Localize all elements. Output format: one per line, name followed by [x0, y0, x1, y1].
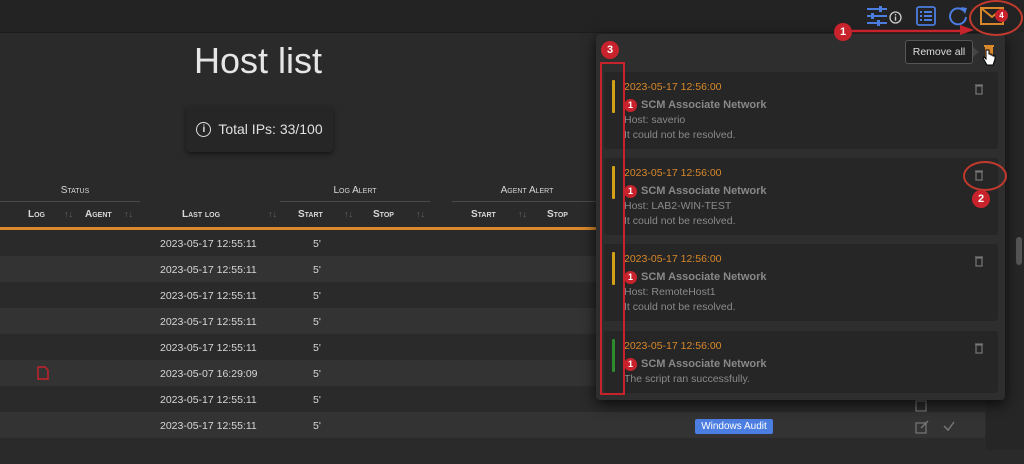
- group-divider: [0, 201, 140, 202]
- col-header-log-stop[interactable]: Stop: [373, 209, 394, 220]
- log-start-cell: 5': [313, 238, 321, 250]
- notification-message: The script ran successfully.: [624, 373, 750, 385]
- delete-trash-icon[interactable]: [974, 254, 988, 268]
- table-row[interactable]: 2023-05-17 12:55:11 5': [0, 412, 985, 438]
- sort-icon[interactable]: ↑↓: [344, 209, 353, 219]
- col-header-last-log[interactable]: Last log: [182, 209, 220, 220]
- cursor-hand-icon: [982, 49, 996, 72]
- notification-host: Host: RemoteHost1: [624, 286, 716, 298]
- sort-icon[interactable]: ↑↓: [518, 209, 527, 219]
- notification-count-badge: 1: [624, 185, 637, 198]
- tooltip-arrow: [973, 47, 979, 57]
- notification-message: It could not be resolved.: [624, 215, 736, 227]
- group-divider: [280, 201, 430, 202]
- annotation-step-3: 3: [601, 41, 619, 59]
- notification-host: Host: saverio: [624, 114, 686, 126]
- notification-card[interactable]: 2023-05-17 12:56:00 1 SCM Associate Netw…: [604, 331, 998, 393]
- notification-message: It could not be resolved.: [624, 301, 736, 313]
- notification-date: 2023-05-17 12:56:00: [624, 253, 722, 265]
- log-start-cell: 5': [313, 264, 321, 276]
- notification-card[interactable]: 2023-05-17 12:56:00 1 SCM Associate Netw…: [604, 72, 998, 149]
- delete-trash-icon[interactable]: [974, 341, 988, 355]
- group-header-agent-alert: Agent Alert: [500, 185, 554, 196]
- last-log-cell: 2023-05-17 12:55:11: [160, 342, 257, 354]
- sort-icon[interactable]: ↑↓: [416, 209, 425, 219]
- annotation-step-1: 1: [834, 23, 852, 41]
- group-header-status: Status: [60, 185, 90, 196]
- remove-all-tooltip: Remove all: [905, 40, 973, 64]
- notification-title: SCM Associate Network: [641, 271, 767, 283]
- notification-date: 2023-05-17 12:56:00: [624, 340, 722, 352]
- notification-date: 2023-05-17 12:56:00: [624, 81, 722, 93]
- notification-card[interactable]: 2023-05-17 12:56:00 1 SCM Associate Netw…: [604, 158, 998, 235]
- log-start-cell: 5': [313, 394, 321, 406]
- log-start-cell: 5': [313, 420, 321, 432]
- trash-highlight-oval: [963, 161, 1007, 191]
- total-ips-box: i Total IPs: 33/100: [186, 106, 333, 152]
- annotation-step-2: 2: [972, 190, 990, 208]
- last-log-cell: 2023-05-17 12:55:11: [160, 394, 257, 406]
- notification-message: It could not be resolved.: [624, 129, 736, 141]
- col-header-agent-stop[interactable]: Stop: [547, 209, 568, 220]
- notification-title: SCM Associate Network: [641, 99, 767, 111]
- col-header-log[interactable]: Log: [28, 209, 45, 220]
- last-log-cell: 2023-05-17 12:55:11: [160, 264, 257, 276]
- last-log-cell: 2023-05-17 12:55:11: [160, 290, 257, 302]
- sort-icon[interactable]: ↑↓: [64, 209, 73, 219]
- group-header-log-alert: Log Alert: [333, 185, 377, 196]
- notification-card[interactable]: 2023-05-17 12:56:00 1 SCM Associate Netw…: [604, 244, 998, 321]
- col-header-agent-start[interactable]: Start: [471, 209, 496, 220]
- last-log-cell: 2023-05-07 16:29:09: [160, 368, 258, 380]
- last-log-cell: 2023-05-17 12:55:11: [160, 238, 257, 250]
- group-divider: [452, 201, 598, 202]
- col-header-agent[interactable]: Agent: [85, 209, 112, 220]
- info-icon: i: [196, 121, 212, 137]
- windows-audit-badge[interactable]: Windows Audit: [695, 419, 773, 434]
- edit-icon[interactable]: [915, 398, 929, 412]
- scrollbar-thumb[interactable]: [1016, 237, 1022, 265]
- col-header-log-start[interactable]: Start: [298, 209, 323, 220]
- page-title: Host list: [194, 40, 323, 81]
- notification-date: 2023-05-17 12:56:00: [624, 167, 722, 179]
- log-start-cell: 5': [313, 368, 321, 380]
- last-log-cell: 2023-05-17 12:55:11: [160, 420, 257, 432]
- mail-highlight-oval: [969, 0, 1023, 36]
- notification-title: SCM Associate Network: [641, 185, 767, 197]
- notification-count-badge: 1: [624, 99, 637, 112]
- annotation-arrow: [852, 22, 974, 41]
- delete-trash-icon[interactable]: [974, 82, 988, 96]
- total-ips-label: Total IPs: 33/100: [218, 121, 323, 137]
- check-icon[interactable]: [943, 420, 957, 434]
- log-start-cell: 5': [313, 290, 321, 302]
- notification-host: Host: LAB2-WIN-TEST: [624, 200, 732, 212]
- notification-title: SCM Associate Network: [641, 358, 767, 370]
- log-file-warning-icon[interactable]: [37, 366, 49, 383]
- sort-icon[interactable]: ↑↓: [124, 209, 133, 219]
- sort-icon[interactable]: ↑↓: [268, 209, 277, 219]
- notification-count-badge: 1: [624, 358, 637, 371]
- severity-bars-highlight: [600, 62, 625, 395]
- table-row[interactable]: [0, 438, 985, 464]
- last-log-cell: 2023-05-17 12:55:11: [160, 316, 257, 328]
- log-start-cell: 5': [313, 316, 321, 328]
- log-start-cell: 5': [313, 342, 321, 354]
- notification-count-badge: 1: [624, 271, 637, 284]
- edit-icon[interactable]: [915, 420, 929, 434]
